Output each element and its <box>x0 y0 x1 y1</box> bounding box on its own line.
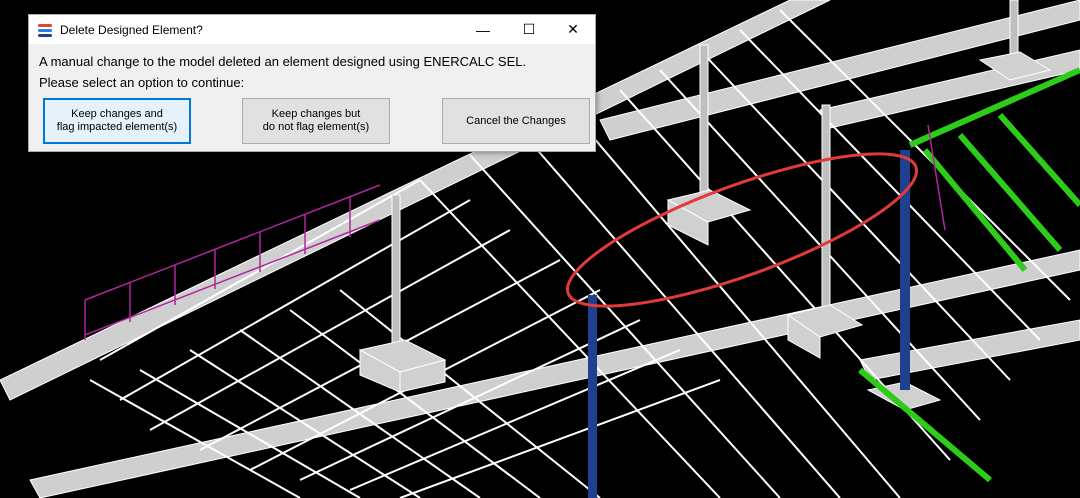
keep-flag-label-line1: Keep changes and <box>71 108 163 120</box>
maximize-button[interactable]: ☐ <box>507 15 551 44</box>
cancel-label: Cancel the Changes <box>466 114 566 127</box>
keep-flag-label-line2: flag impacted element(s) <box>56 121 178 133</box>
dialog-prompt: Please select an option to continue: <box>39 75 245 90</box>
dialog-title: Delete Designed Element? <box>60 22 203 37</box>
enercalc-logo-icon <box>38 23 52 37</box>
keep-noflag-label-line1: Keep changes but <box>271 108 361 120</box>
minimize-button[interactable]: — <box>461 15 505 44</box>
dialog-message: A manual change to the model deleted an … <box>39 54 527 69</box>
close-button[interactable]: ✕ <box>551 15 595 44</box>
cancel-changes-button[interactable]: Cancel the Changes <box>442 98 590 144</box>
close-icon: ✕ <box>567 21 579 37</box>
dialog-titlebar[interactable]: Delete Designed Element? — ☐ ✕ <box>29 15 595 44</box>
keep-changes-flag-button[interactable]: Keep changes and flag impacted element(s… <box>43 98 191 144</box>
maximize-icon: ☐ <box>522 21 536 37</box>
keep-noflag-label-line2: do not flag element(s) <box>262 121 370 133</box>
keep-changes-no-flag-button[interactable]: Keep changes but do not flag element(s) <box>242 98 390 144</box>
delete-designed-element-dialog: Delete Designed Element? — ☐ ✕ A manual … <box>28 14 596 152</box>
minimize-icon: — <box>476 21 490 38</box>
